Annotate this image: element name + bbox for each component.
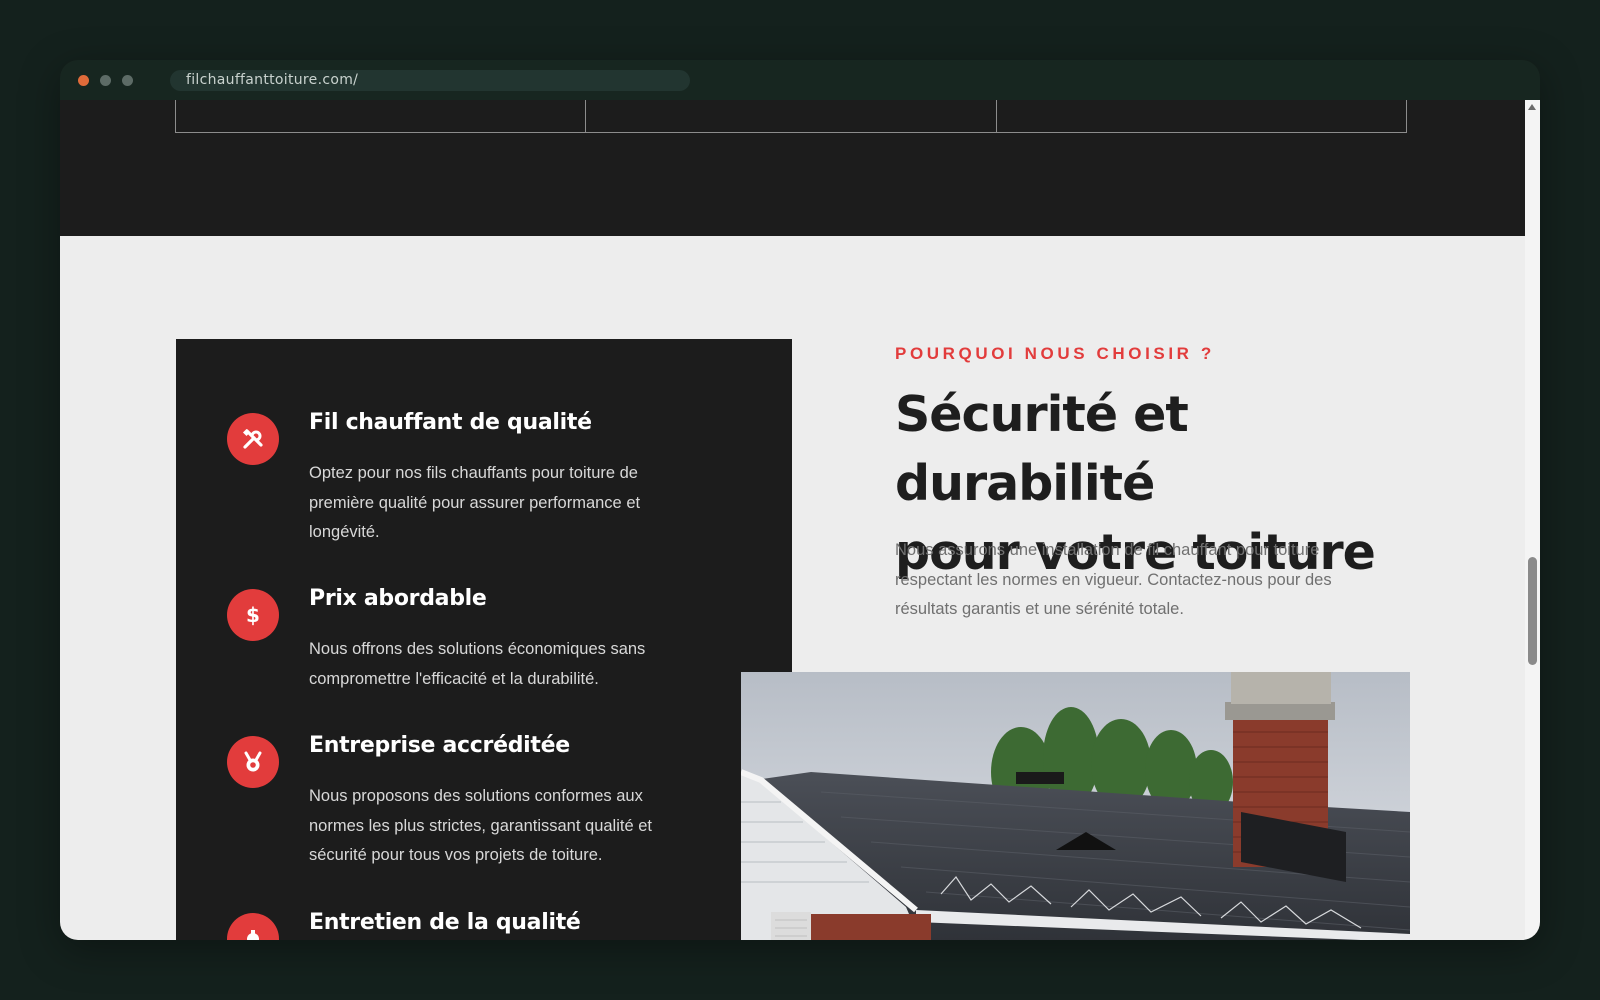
info-grid-cell: [997, 100, 1406, 132]
browser-window: filchauffanttoiture.com/ Fil chauffant d…: [60, 60, 1540, 940]
previous-section: [60, 100, 1525, 236]
close-window-button[interactable]: [78, 75, 89, 86]
scrollbar-thumb[interactable]: [1528, 557, 1537, 665]
dollar-icon: $: [227, 589, 279, 641]
medal-icon: [227, 736, 279, 788]
info-grid: [175, 100, 1407, 133]
heading-line-1: Sécurité et durabilité: [895, 386, 1189, 512]
vertical-scrollbar[interactable]: [1525, 100, 1540, 940]
browser-titlebar: filchauffanttoiture.com/: [60, 60, 1540, 100]
minimize-window-button[interactable]: [100, 75, 111, 86]
section-lead: Nous assurons une installation de fil ch…: [895, 541, 1332, 618]
feature-title: Fil chauffant de qualité: [309, 410, 592, 435]
maximize-window-button[interactable]: [122, 75, 133, 86]
info-grid-cell: [586, 100, 997, 132]
address-bar[interactable]: filchauffanttoiture.com/: [170, 70, 690, 91]
feature-description: Nous proposons des solutions conformes a…: [309, 787, 652, 864]
info-grid-cell: [176, 100, 587, 132]
roof-photo: [741, 672, 1410, 940]
feature-title: Entreprise accréditée: [309, 733, 570, 758]
scroll-up-arrow-icon[interactable]: [1528, 104, 1536, 110]
tools-icon: [227, 413, 279, 465]
feature-description: Nous offrons des solutions économiques s…: [309, 640, 646, 688]
feature-title: Entretien de la qualité: [309, 910, 581, 935]
feature-title: Prix abordable: [309, 586, 487, 611]
feature-description: Optez pour nos fils chauffants pour toit…: [309, 464, 641, 541]
features-panel: Fil chauffant de qualité Optez pour nos …: [176, 339, 792, 940]
section-eyebrow: POURQUOI NOUS CHOISIR ?: [895, 344, 1215, 363]
maintenance-icon: [227, 913, 279, 940]
page-viewport: Fil chauffant de qualité Optez pour nos …: [60, 100, 1525, 940]
